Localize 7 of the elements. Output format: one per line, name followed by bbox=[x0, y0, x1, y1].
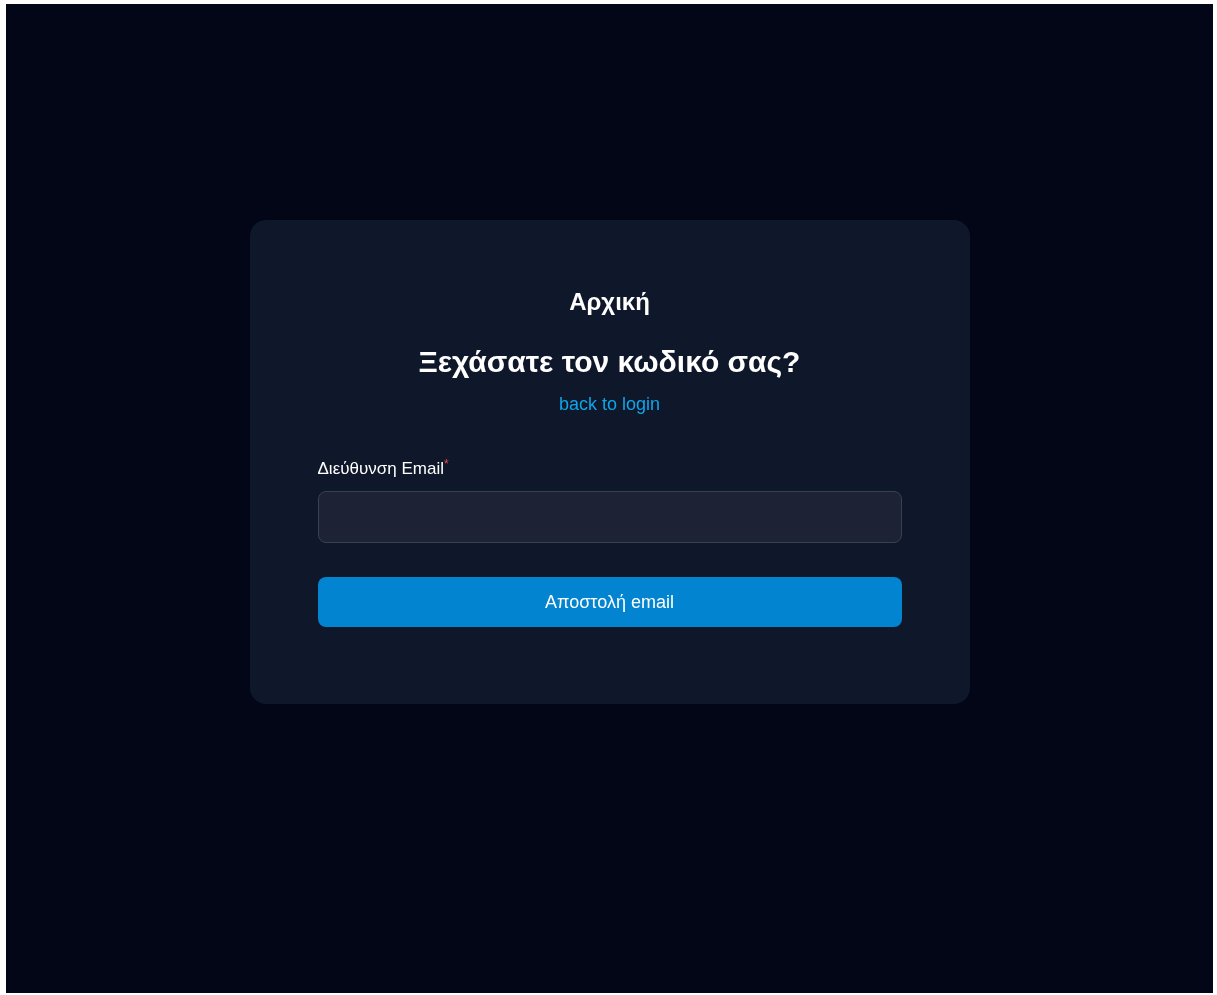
brand-title: Αρχική bbox=[569, 287, 650, 317]
back-to-login-link[interactable]: back to login bbox=[558, 391, 661, 417]
send-email-button[interactable]: Αποστολή email bbox=[317, 577, 902, 627]
required-mark: * bbox=[443, 457, 449, 471]
page-heading: Ξεχάσατε τον κωδικό σας? bbox=[418, 344, 801, 380]
field-label: Διεύθυνση Email bbox=[317, 458, 444, 480]
email-input-field[interactable] bbox=[317, 491, 902, 543]
